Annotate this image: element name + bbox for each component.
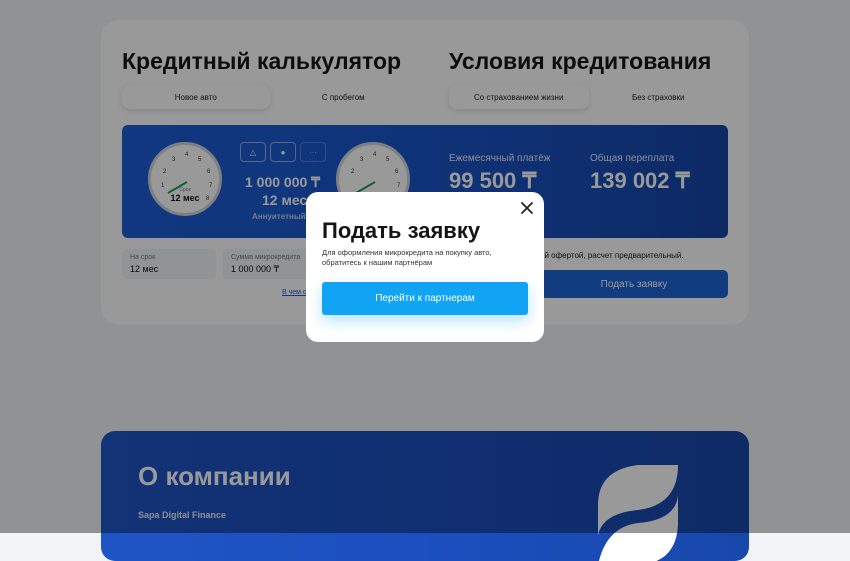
modal-title: Подать заявку [322, 218, 481, 243]
modal-description: Для оформления микрокредита на покупку а… [322, 248, 492, 267]
apply-modal: Подать заявку Для оформления микрокредит… [306, 192, 544, 342]
go-to-partners-button[interactable]: Перейти к партнерам [322, 282, 528, 315]
close-icon[interactable] [519, 200, 535, 216]
